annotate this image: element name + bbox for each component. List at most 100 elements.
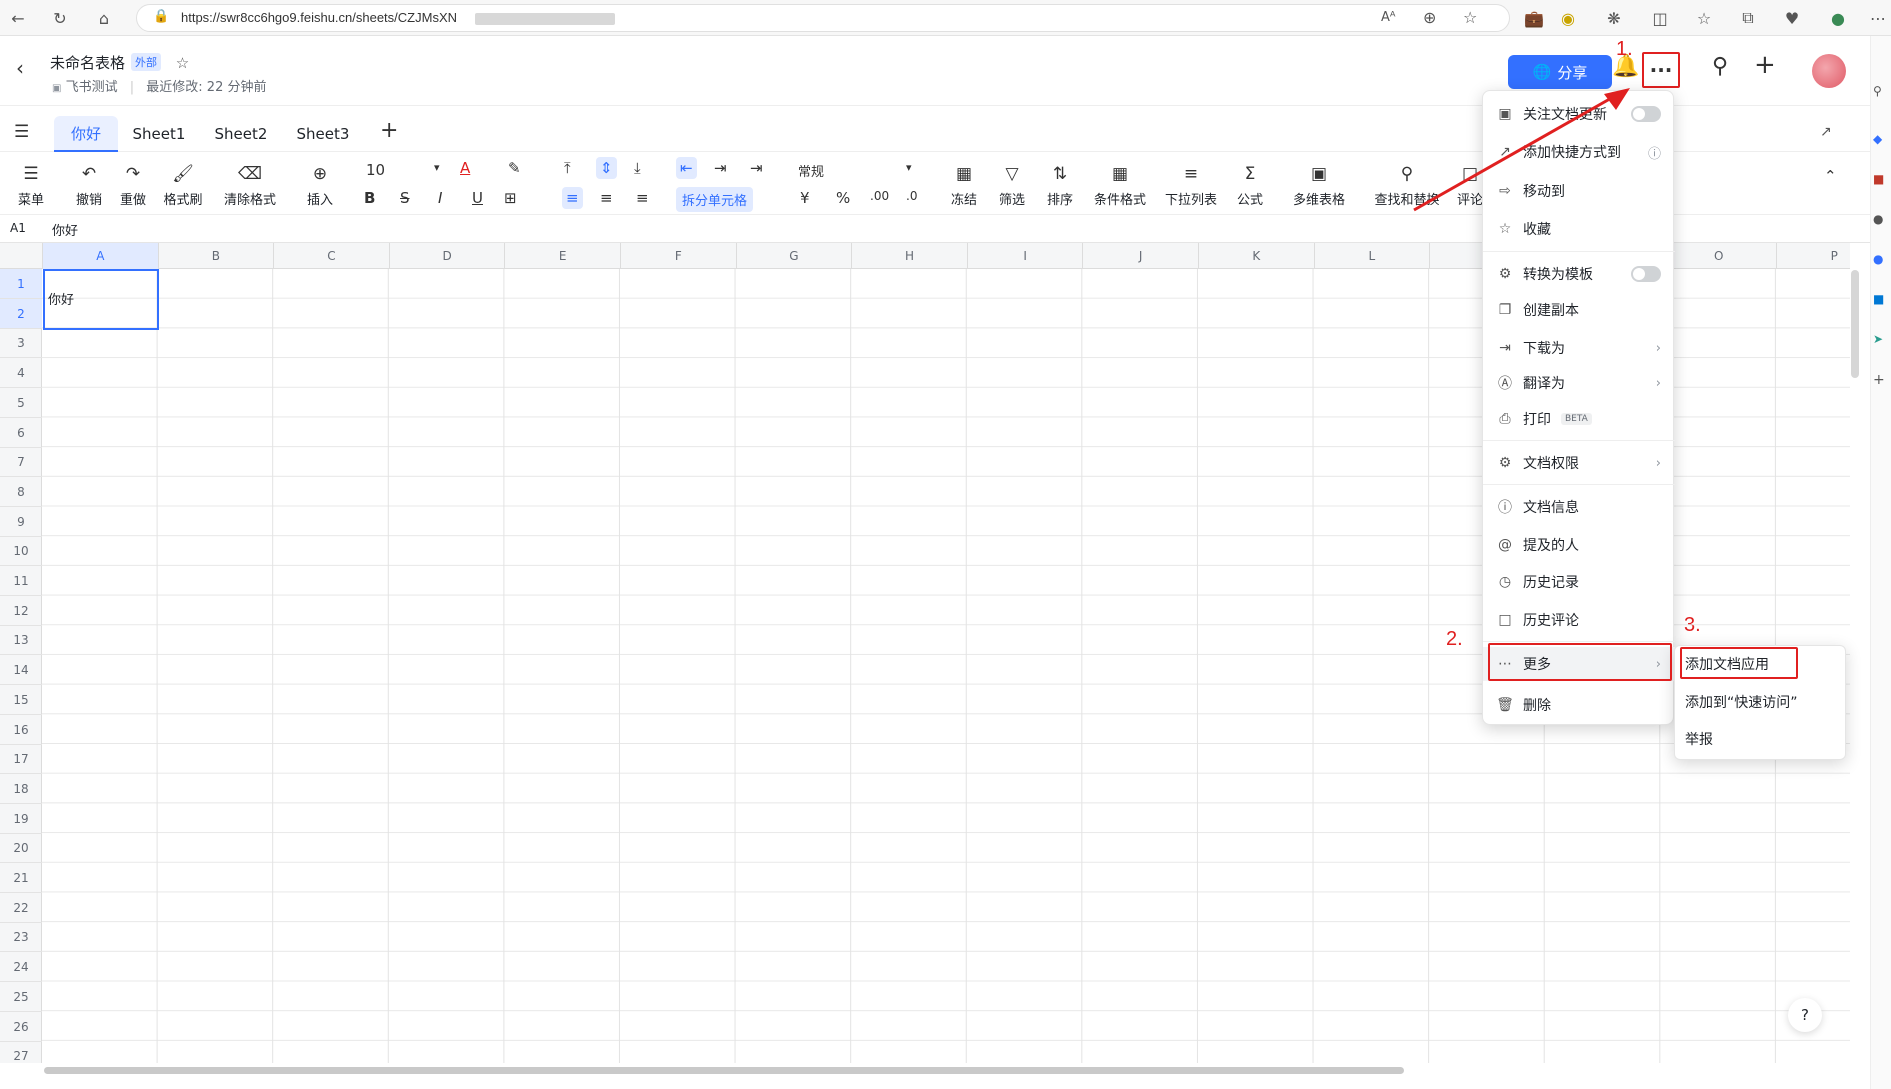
italic-icon[interactable]: I	[438, 189, 442, 207]
row-header[interactable]: 21	[0, 863, 42, 893]
multi-table-button[interactable]: ▣ 多维表格	[1288, 163, 1350, 208]
row-header[interactable]: 11	[0, 566, 42, 596]
split-screen-icon[interactable]: ◫	[1648, 6, 1672, 30]
sidebar-games-icon[interactable]: ●	[1873, 252, 1883, 266]
undo-button[interactable]: ↶ 撤销	[72, 163, 106, 208]
fill-color-icon[interactable]: ✎	[508, 159, 521, 177]
row-header[interactable]: 24	[0, 952, 42, 983]
read-aloud-icon[interactable]: Aᴬ	[1381, 10, 1396, 25]
row-header[interactable]: 19	[0, 804, 42, 834]
dropdown-list-button[interactable]: ≡ 下拉列表	[1162, 163, 1220, 208]
collections-icon[interactable]: ⧉	[1736, 6, 1760, 30]
column-header[interactable]: F	[621, 243, 737, 269]
sidebar-add-icon[interactable]: +	[1873, 372, 1885, 388]
address-bar[interactable]: 🔒 https://swr8cc6hgo9.feishu.cn/sheets/C…	[136, 4, 1510, 32]
align-bottom-icon[interactable]: ⤓	[634, 159, 641, 177]
column-header[interactable]: E	[505, 243, 621, 269]
row-header[interactable]: 16	[0, 715, 42, 745]
format-painter-button[interactable]: 🖌 格式刷	[160, 163, 206, 208]
submenu-add-quick-access[interactable]: 添加到“快速访问”	[1685, 692, 1798, 712]
strikethrough-icon[interactable]: S	[400, 189, 410, 207]
menu-item-history[interactable]: ◷ 历史记录	[1483, 565, 1675, 599]
sort-button[interactable]: ⇅ 排序	[1042, 163, 1078, 208]
menu-item-doc-info[interactable]: ⓘ 文档信息	[1483, 490, 1675, 524]
underline-icon[interactable]: U	[472, 189, 483, 207]
formula-input[interactable]: 你好	[52, 220, 78, 239]
performance-icon[interactable]: ♥	[1780, 6, 1804, 30]
row-header[interactable]: 5	[0, 388, 42, 418]
decimal-increase-icon[interactable]: .0	[906, 189, 917, 203]
extensions-icon[interactable]: ❋	[1602, 6, 1626, 30]
row-header[interactable]: 17	[0, 744, 42, 775]
row-header[interactable]: 6	[0, 418, 42, 448]
column-header[interactable]: H	[852, 243, 968, 269]
row-header[interactable]: 3	[0, 328, 42, 359]
column-header[interactable]: P	[1777, 243, 1850, 269]
star-icon[interactable]: ☆	[176, 54, 189, 72]
add-icon[interactable]: +	[1754, 50, 1776, 80]
row-header[interactable]: 26	[0, 1012, 42, 1042]
column-header[interactable]: L	[1315, 243, 1431, 269]
sidebar-send-icon[interactable]: ➤	[1873, 332, 1883, 346]
menu-item-convert-template[interactable]: ⚙ 转换为模板	[1483, 257, 1675, 291]
row-header[interactable]: 9	[0, 507, 42, 537]
sidebar-outlook-icon[interactable]: ■	[1873, 292, 1884, 306]
vertical-scrollbar[interactable]	[1851, 270, 1859, 378]
menu-item-permissions[interactable]: ⚙ 文档权限 ›	[1483, 446, 1675, 480]
menu-item-translate[interactable]: Ⓐ 翻译为 ›	[1483, 366, 1675, 400]
column-header[interactable]: D	[390, 243, 506, 269]
collapse-toolbar-icon[interactable]: ⌃	[1824, 167, 1837, 185]
align-right-icon[interactable]: ≡	[636, 189, 649, 207]
clip-icon[interactable]: ⇥	[750, 159, 763, 177]
wrap-icon[interactable]: ⇤	[676, 157, 697, 179]
menu-button[interactable]: ☰ 菜单	[14, 163, 48, 208]
menu-item-mentioned[interactable]: @ 提及的人	[1483, 528, 1675, 562]
number-format-select[interactable]: 常规	[798, 161, 824, 180]
formula-button[interactable]: Σ 公式	[1232, 163, 1268, 208]
help-icon[interactable]: ?	[1788, 998, 1822, 1032]
row-header[interactable]: 8	[0, 477, 42, 507]
browser-menu-icon[interactable]: ⋯	[1866, 6, 1890, 30]
percent-button[interactable]: %	[836, 189, 850, 207]
favorites-icon[interactable]: ☆	[1692, 6, 1716, 30]
row-header[interactable]: 22	[0, 893, 42, 923]
filter-button[interactable]: ▽ 筛选	[994, 163, 1030, 208]
select-all-corner[interactable]	[0, 243, 43, 269]
row-header[interactable]: 27	[0, 1041, 42, 1063]
align-center-icon[interactable]: ≡	[600, 189, 613, 207]
row-header[interactable]: 13	[0, 625, 42, 656]
chevron-down-icon[interactable]: ▾	[434, 161, 440, 174]
row-header[interactable]: 23	[0, 922, 42, 953]
sidebar-people-icon[interactable]: ●	[1873, 212, 1883, 226]
row-header[interactable]: 12	[0, 596, 42, 626]
horizontal-scrollbar[interactable]	[44, 1067, 1404, 1074]
freeze-button[interactable]: ▦ 冻结	[946, 163, 982, 208]
redo-button[interactable]: ↷ 重做	[116, 163, 150, 208]
chevron-down-icon[interactable]: ▾	[906, 161, 912, 174]
column-header[interactable]: C	[274, 243, 390, 269]
menu-item-delete[interactable]: 🗑 删除	[1483, 688, 1675, 722]
menu-item-comment-history[interactable]: □ 历史评论	[1483, 603, 1675, 637]
row-header[interactable]: 14	[0, 655, 42, 686]
row-header[interactable]: 7	[0, 447, 42, 478]
profile-icon[interactable]: ●	[1826, 6, 1850, 30]
template-toggle[interactable]	[1631, 266, 1661, 282]
row-header[interactable]: 4	[0, 358, 42, 389]
column-header[interactable]: O	[1661, 243, 1777, 269]
submenu-report[interactable]: 举报	[1685, 729, 1713, 749]
decimal-decrease-icon[interactable]: .00	[870, 189, 889, 203]
add-sheet-icon[interactable]: +	[380, 118, 398, 143]
row-header[interactable]: 25	[0, 982, 42, 1012]
font-size-select[interactable]: 10	[366, 161, 385, 179]
favorite-star-icon[interactable]: ☆	[1463, 8, 1477, 27]
column-header[interactable]: A	[43, 243, 159, 269]
row-header[interactable]: 15	[0, 685, 42, 715]
column-header[interactable]: J	[1083, 243, 1199, 269]
column-header[interactable]: K	[1199, 243, 1315, 269]
sidebar-copilot-icon[interactable]: ◆	[1873, 132, 1882, 146]
column-header[interactable]: I	[968, 243, 1084, 269]
column-header[interactable]: G	[737, 243, 853, 269]
home-icon[interactable]: ⌂	[92, 6, 116, 30]
refresh-icon[interactable]: ↻	[48, 6, 72, 30]
extension-icon[interactable]: 💼	[1522, 6, 1546, 30]
